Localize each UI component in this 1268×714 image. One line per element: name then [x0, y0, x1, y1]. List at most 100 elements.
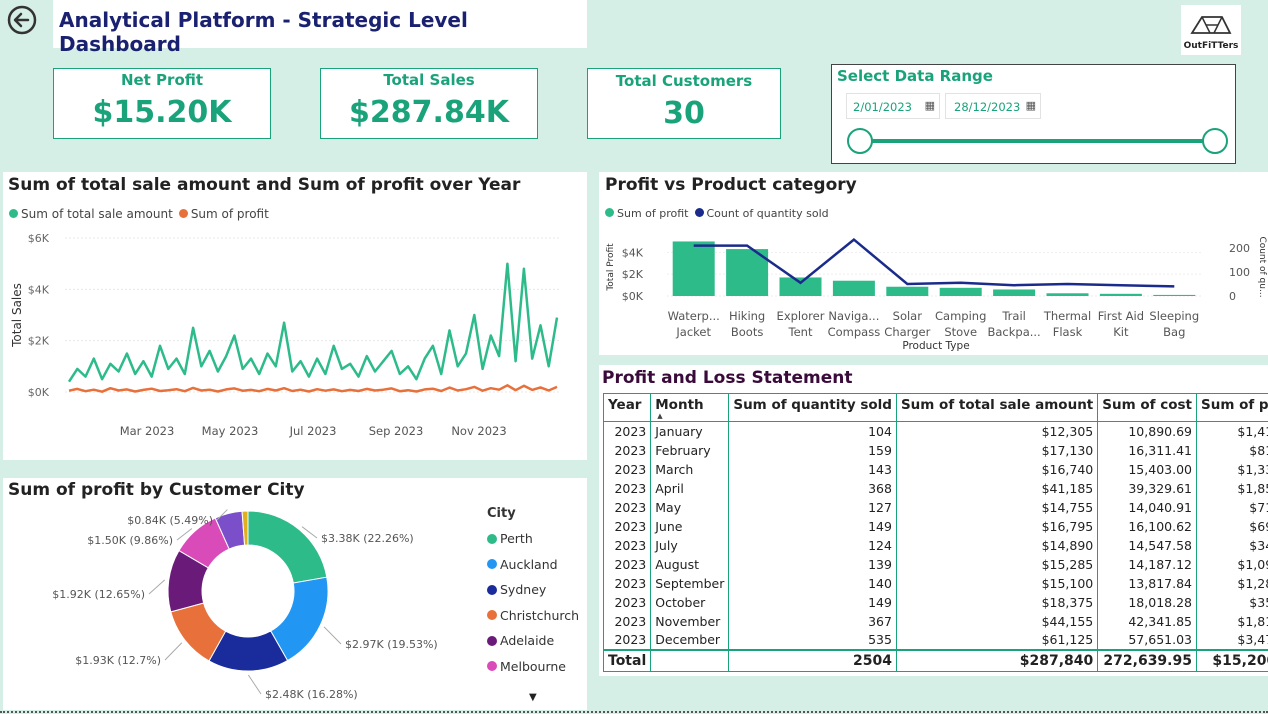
slider-handle-start[interactable]	[847, 128, 873, 154]
kpi-value: $287.84K	[349, 95, 509, 130]
legend-item-city[interactable]: Melbourne	[487, 654, 583, 680]
table-cell: $1,855.39	[1195, 478, 1268, 498]
legend-swatch	[487, 533, 497, 544]
table-cell: 140	[728, 573, 897, 593]
category-label: Jacket	[675, 325, 711, 339]
table-cell: 18,018.28	[1097, 592, 1197, 612]
pl-statement: Profit and Loss Statement Year Month ▲ Sum …	[599, 365, 1268, 676]
slice-label: $2.97K (19.53%)	[345, 638, 438, 651]
table-cell: $714.09	[1195, 497, 1268, 517]
column-header[interactable]: Year	[602, 393, 652, 422]
y-tick-label: $4K	[622, 246, 644, 259]
column-header[interactable]: Sum of total sale amount	[895, 393, 1099, 422]
slider-track[interactable]	[860, 139, 1214, 143]
table-cell: November	[650, 611, 730, 631]
title-bar: Analytical Platform - Strategic Level Da…	[53, 0, 587, 56]
y-tick-label: $2K	[28, 335, 50, 348]
table-cell: 149	[728, 516, 897, 536]
city-legend: City Perth Auckland Sydney Christchurch Adel…	[487, 506, 583, 679]
profit-bar	[886, 286, 929, 296]
y-axis-label: Total Profit	[606, 243, 616, 292]
table-row: 2023June149$16,79516,100.62$694.38	[602, 516, 1268, 536]
table-cell: $1,337.00	[1195, 459, 1268, 479]
column-header[interactable]: Sum of quantity sold	[728, 393, 897, 422]
end-date-input[interactable]: 28/12/2023 ▦	[945, 93, 1041, 119]
table-cell: September	[650, 573, 730, 593]
y-tick-label: $2K	[622, 268, 644, 281]
y-tick-label: $6K	[28, 232, 50, 245]
table-cell: 2023	[602, 535, 652, 555]
table-cell: 2023	[602, 630, 652, 650]
leader-line	[148, 579, 166, 595]
table-cell: 159	[728, 440, 897, 460]
total-cell	[650, 648, 730, 672]
kpi-label: Total Sales	[383, 71, 475, 89]
category-label: Hiking	[729, 309, 765, 323]
table-cell: $356.72	[1195, 592, 1268, 612]
total-cell: $287,840	[895, 648, 1099, 672]
category-label: Waterp...	[668, 309, 720, 323]
table-cell: $818.59	[1195, 440, 1268, 460]
kpi-total-sales: Total Sales $287.84K	[320, 68, 538, 139]
column-header[interactable]: Sum of profit	[1195, 393, 1268, 422]
table-cell: 367	[728, 611, 897, 631]
total-cell: Total	[602, 648, 652, 672]
legend-item-city[interactable]: Perth	[487, 526, 583, 552]
category-label: Kit	[1113, 325, 1129, 339]
legend-item-city[interactable]: Adelaide	[487, 628, 583, 654]
sales-series-line	[67, 262, 559, 383]
kpi-label: Net Profit	[120, 71, 204, 89]
column-header[interactable]: Month ▲	[650, 393, 730, 422]
table-cell: 2023	[602, 516, 652, 536]
slice-label: $1.93K (12.7%)	[75, 654, 161, 667]
profit-bar	[939, 287, 982, 296]
category-label: Thermal	[1043, 309, 1091, 323]
x-tick-label: Nov 2023	[451, 424, 506, 438]
x-tick-label: Mar 2023	[120, 424, 175, 438]
table-cell: 57,651.03	[1097, 630, 1197, 650]
category-label: Stove	[944, 325, 977, 339]
back-button[interactable]	[6, 4, 38, 36]
table-cell: August	[650, 554, 730, 574]
legend-item-city[interactable]: Christchurch	[487, 603, 583, 629]
legend-swatch	[487, 635, 497, 646]
slicer-title: Select Data Range	[837, 67, 993, 85]
calendar-icon[interactable]: ▦	[1026, 99, 1036, 112]
calendar-icon[interactable]: ▦	[925, 99, 935, 112]
table-row: 2023May127$14,75514,040.91$714.09	[602, 497, 1268, 517]
profit-vs-category-chart: Profit vs Product category Sum of profit…	[599, 172, 1268, 355]
table-row: 2023October149$18,37518,018.28$356.72	[602, 592, 1268, 612]
table-cell: 149	[728, 592, 897, 612]
table-cell: $1,282.16	[1195, 573, 1268, 593]
table-cell: 42,341.85	[1097, 611, 1197, 631]
combo-chart-plot: $4K $2K $0K 200 100 0 Total Profit Count of qu.…	[606, 236, 1267, 352]
kpi-value: $15.20K	[92, 95, 232, 130]
total-cell: 272,639.95	[1097, 648, 1197, 672]
total-cell: 2504	[728, 648, 897, 672]
slice-label: $0.84K (5.49%)	[127, 514, 213, 527]
profit-bar	[779, 277, 822, 296]
legend-item-city[interactable]: Sydney	[487, 577, 583, 603]
table-cell: $16,795	[895, 516, 1099, 536]
legend-item-city[interactable]: Auckland	[487, 552, 583, 578]
table-row: 2023April368$41,18539,329.61$1,855.39	[602, 478, 1268, 498]
column-header[interactable]: Sum of cost	[1097, 393, 1197, 422]
slice-label: $2.48K (16.28%)	[265, 688, 358, 701]
table-cell: April	[650, 478, 730, 498]
start-date-input[interactable]: 2/01/2023 ▦	[846, 93, 940, 119]
legend-scroll-down-icon[interactable]: ▼	[529, 692, 537, 703]
table-cell: 139	[728, 554, 897, 574]
kpi-total-customers: Total Customers 30	[587, 68, 781, 139]
category-label: Charger	[884, 325, 930, 339]
table-cell: 104	[728, 421, 897, 441]
city-label: Adelaide	[500, 633, 555, 649]
table-cell: 2023	[602, 573, 652, 593]
table-cell: May	[650, 497, 730, 517]
date-range-slicer: Select Data Range 2/01/2023 ▦ 28/12/2023…	[831, 64, 1236, 164]
table-cell: 2023	[602, 421, 652, 441]
category-label: Tent	[788, 325, 813, 339]
table-cell: 2023	[602, 497, 652, 517]
y2-tick-label: 200	[1229, 242, 1250, 255]
slider-handle-end[interactable]	[1202, 128, 1228, 154]
category-label: Compass	[828, 325, 881, 339]
